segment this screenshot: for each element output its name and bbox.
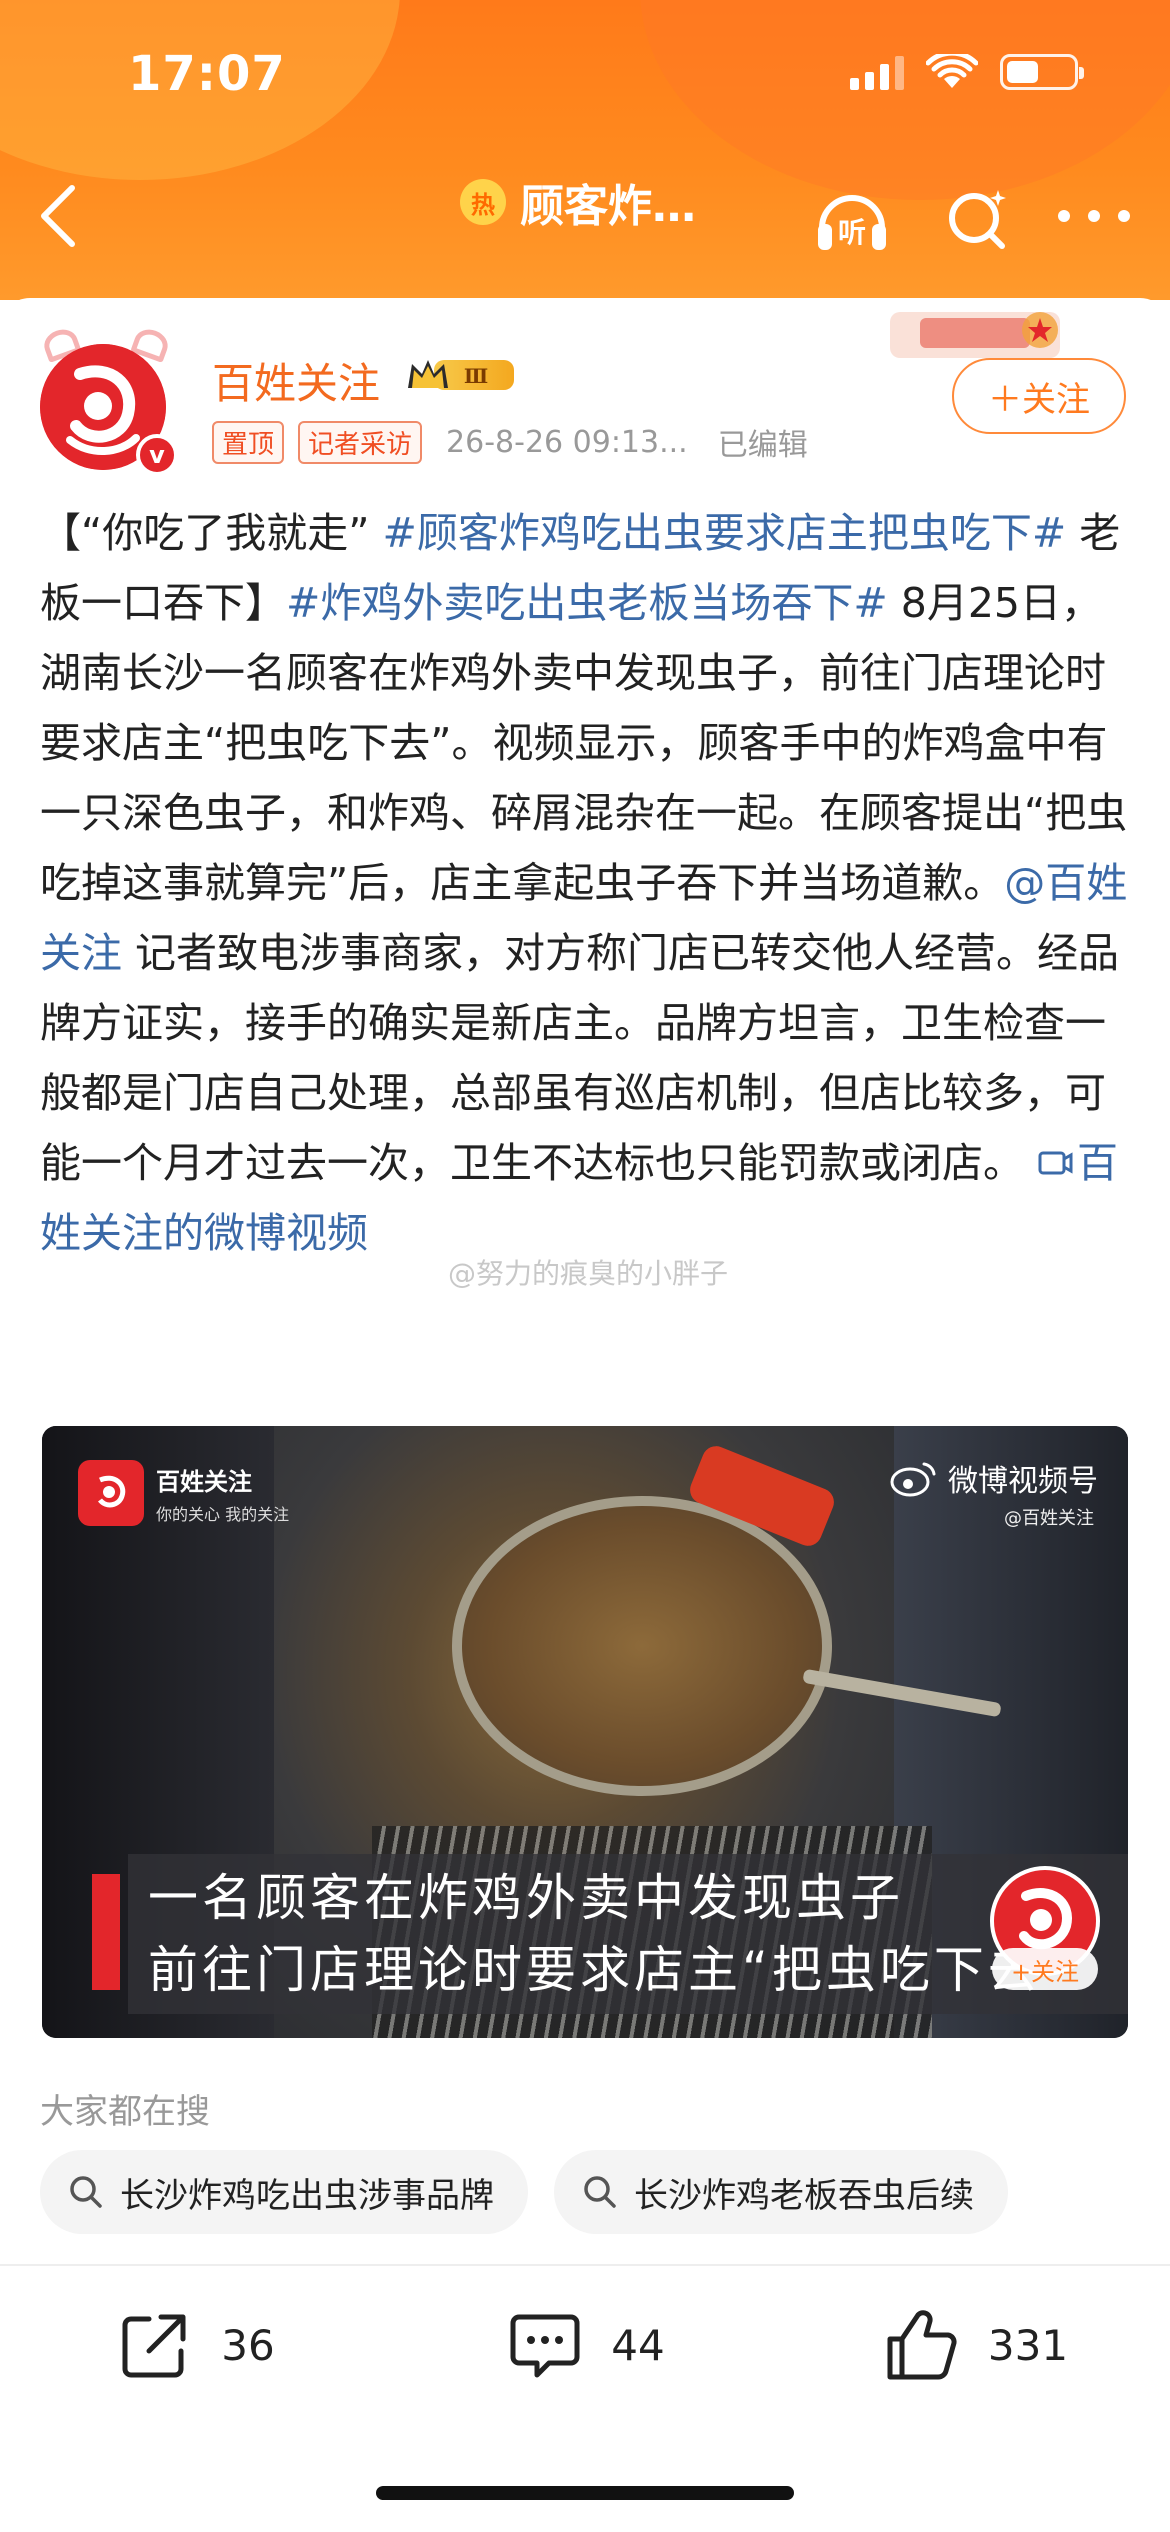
hashtag-link[interactable]: #炸鸡外卖吃出虫老板当场吞下# <box>286 579 888 627</box>
back-arrow-icon[interactable] <box>30 178 86 254</box>
svg-text:听: 听 <box>838 216 866 249</box>
channel-logo-icon <box>78 1460 144 1526</box>
status-icons <box>850 54 1084 90</box>
reporter-interview-tag: 记者采访 <box>298 420 423 464</box>
search-chip[interactable]: 长沙炸鸡吃出虫涉事品牌 <box>40 2150 528 2234</box>
video-channel-logo: 百姓关注 你的关心 我的关注 <box>78 1460 289 1526</box>
pinned-tag: 置顶 <box>212 420 285 464</box>
video-subtitle: 一名顾客在炸鸡外卖中发现虫子 前往门店理论时要求店主“把虫吃下去” <box>128 1854 1128 2014</box>
post-text: 记者致电涉事商家，对方称门店已转交他人经营。经品牌方证实，接手的确实是新店主。品… <box>40 929 1120 1187</box>
post-text: 8月25日，湖南长沙一名顾客在炸鸡外卖中发现虫子，前往门店理论时要求店主“把虫吃… <box>40 579 1128 907</box>
wifi-icon <box>926 54 978 88</box>
svg-text:Ⅲ: Ⅲ <box>464 364 488 388</box>
cellular-signal-icon <box>850 54 904 90</box>
nav-title: 热 顾客炸… <box>460 170 696 234</box>
edited-label[interactable]: 已编辑 <box>718 420 808 464</box>
search-icon[interactable] <box>942 180 1014 256</box>
comment-count: 44 <box>611 2320 665 2370</box>
header-bar: 17:07 热 顾客炸… 听 <box>0 0 1170 300</box>
status-time: 17:07 <box>128 46 286 102</box>
post-content: 【“你吃了我就走” #顾客炸鸡吃出虫要求店主把虫吃下# 老板一口吞下】#炸鸡外卖… <box>40 498 1130 1268</box>
page-title: 顾客炸… <box>520 181 696 232</box>
thumbs-up-icon <box>887 2310 957 2380</box>
weibo-logo-icon <box>890 1462 936 1497</box>
home-indicator <box>376 2486 794 2500</box>
search-chip[interactable]: 长沙炸鸡老板吞虫后续 <box>554 2150 1008 2234</box>
strainer-image <box>452 1496 832 1796</box>
like-button[interactable]: 331 <box>780 2290 1170 2400</box>
crown-level-badge-icon: Ⅲ <box>408 360 514 390</box>
more-options-icon[interactable] <box>1058 196 1130 236</box>
verified-badge-icon: v <box>136 434 178 476</box>
listen-headphones-icon[interactable]: 听 <box>812 180 892 256</box>
hot-badge: 热 <box>460 179 506 225</box>
author-name[interactable]: 百姓关注 <box>212 350 380 411</box>
trending-search-heading: 大家都在搜 <box>40 2092 210 2132</box>
post-text: 【“你吃了我就走” <box>40 509 383 557</box>
follow-button[interactable]: ＋关注 <box>952 358 1126 434</box>
header-decoration <box>640 0 1170 200</box>
share-button[interactable]: 36 <box>0 2290 390 2400</box>
comment-icon <box>510 2314 580 2378</box>
comment-button[interactable]: 44 <box>390 2290 780 2400</box>
author-meta: 置顶 记者采访 26-8-26 09:13... 已编辑 <box>212 420 808 464</box>
share-count: 36 <box>221 2320 275 2370</box>
video-link-icon <box>1038 1151 1073 1175</box>
divider <box>0 2264 1170 2266</box>
search-icon <box>70 2176 102 2208</box>
post-timestamp: 26-8-26 09:13... <box>446 424 688 460</box>
hashtag-link[interactable]: #顾客炸鸡吃出虫要求店主把虫吃下# <box>383 509 1067 557</box>
action-bar: 36 44 331 <box>0 2290 1170 2400</box>
trending-search-chips: 长沙炸鸡吃出虫涉事品牌 长沙炸鸡老板吞虫后续 <box>40 2150 1008 2234</box>
video-follow-button[interactable]: +关注 <box>992 1948 1098 1990</box>
video-player[interactable]: 百姓关注 你的关心 我的关注 微博视频号 @百姓关注 一名顾客在炸鸡外卖中发现虫… <box>42 1426 1128 2038</box>
video-handle: @百姓关注 <box>1004 1508 1094 1529</box>
author-avatar[interactable]: v <box>40 325 178 476</box>
battery-icon <box>1000 54 1084 90</box>
weibo-video-watermark: 微博视频号 <box>890 1456 1098 1500</box>
post-watermark: @努力的痕臭的小胖子 <box>448 1257 729 1290</box>
search-icon <box>584 2176 616 2208</box>
like-count: 331 <box>987 2320 1069 2370</box>
share-icon <box>122 2314 186 2378</box>
